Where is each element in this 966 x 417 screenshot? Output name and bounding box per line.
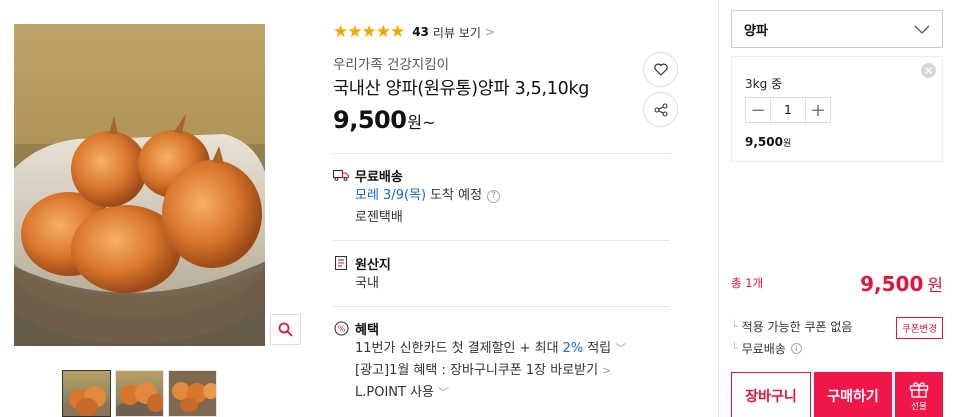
seller-name[interactable]: 우리가족 건강지킴이 <box>333 53 449 73</box>
decrease-quantity-button[interactable]: − <box>745 97 771 123</box>
divider <box>333 240 670 241</box>
document-icon <box>333 255 349 271</box>
coupon-status-text: 적용 가능한 쿠폰 없음 <box>741 320 853 334</box>
total-price-unit: 원 <box>927 275 943 296</box>
lpoint-text: L.POINT 사용 <box>355 385 434 400</box>
gift-button-label: 선물 <box>911 402 927 412</box>
product-price: 9,500 <box>333 106 407 134</box>
thumbnail-3[interactable] <box>168 370 217 417</box>
selected-option-box: 3kg 중 − 1 + 9,500원 <box>731 56 943 162</box>
thumbnail-list <box>62 370 217 417</box>
product-title: 국내산 양파(원유통)양파 3,5,10kg <box>333 79 590 99</box>
total-row: 총 1개 9,500 원 <box>731 268 943 298</box>
divider <box>333 306 670 307</box>
coupon-benefit-text: [광고]1월 혜택 : 장바구니쿠폰 1장 바로받기 <box>355 363 599 378</box>
card-benefit[interactable]: 11번가 신한카드 첫 결제할인 + 최대 2% 적립 ﹀ <box>355 338 626 360</box>
onions-basket-illustration <box>14 24 265 346</box>
share-icon <box>653 102 668 117</box>
card-benefit-suffix: 적립 <box>587 341 612 356</box>
rating-row[interactable]: ★★★★★ 43 리뷰 보기 > <box>333 23 495 41</box>
magnifier-icon <box>278 322 293 337</box>
origin-section: 원산지 국내 <box>333 253 391 295</box>
lpoint-benefit[interactable]: L.POINT 사용 ﹀ <box>355 382 626 404</box>
chevron-right-icon: > <box>602 364 612 377</box>
review-count: 43 <box>412 25 429 39</box>
selected-option-name: 3kg 중 <box>745 77 783 91</box>
help-icon[interactable]: ? <box>487 189 501 203</box>
remove-option-button[interactable] <box>921 63 936 78</box>
total-price-value: 9,500 <box>860 271 924 296</box>
bullet-icon: └ <box>731 320 738 333</box>
truck-icon <box>333 167 349 183</box>
total-count: 총 1개 <box>731 276 764 290</box>
wishlist-button[interactable] <box>643 52 678 87</box>
origin-label: 원산지 <box>355 257 391 273</box>
selected-price-unit: 원 <box>782 139 792 149</box>
buy-now-button[interactable]: 구매하기 <box>814 372 892 417</box>
chevron-down-icon: ﹀ <box>438 386 449 399</box>
thumbnail-2[interactable] <box>115 370 164 417</box>
eta-suffix: 도착 예정 <box>430 188 483 203</box>
courier-name: 로젠택배 <box>355 210 403 225</box>
card-benefit-rate: 2% <box>562 341 584 356</box>
chevron-down-icon: ﹀ <box>615 342 627 355</box>
eta-date: 모레 3/9(목) <box>355 188 427 203</box>
option-select[interactable]: 양파 <box>731 10 943 48</box>
price-unit: 원~ <box>407 113 436 132</box>
info-icon[interactable]: i <box>790 343 802 354</box>
close-icon <box>925 67 932 74</box>
selected-option-price: 9,500원 <box>745 135 791 149</box>
add-to-cart-button[interactable]: 장바구니 <box>731 372 811 417</box>
shipping-status-text: 무료배송 <box>741 342 786 356</box>
shipping-status: └ 무료배송 i <box>731 340 802 357</box>
benefits-label: 혜택 <box>355 322 379 338</box>
thumbnail-1[interactable] <box>62 370 111 417</box>
delivery-label: 무료배송 <box>355 169 403 185</box>
option-selected-value: 양파 <box>744 23 768 39</box>
coupon-benefit[interactable]: [광고]1월 혜택 : 장바구니쿠폰 1장 바로받기 > <box>355 360 626 382</box>
chevron-down-icon <box>914 25 930 34</box>
heart-icon <box>653 63 668 76</box>
delivery-section: 무료배송 모레 3/9(목) 도착 예정 ? 로젠택배 <box>333 165 501 229</box>
origin-value: 국내 <box>355 276 379 291</box>
increase-quantity-button[interactable]: + <box>805 97 831 123</box>
review-link[interactable]: 리뷰 보기 <box>433 24 481 41</box>
chevron-right-icon: > <box>484 25 495 39</box>
share-button[interactable] <box>643 92 678 127</box>
svg-text:%: % <box>337 324 345 333</box>
quantity-value[interactable]: 1 <box>771 97 805 123</box>
bullet-icon: └ <box>731 342 738 355</box>
card-benefit-text: 11번가 신한카드 첫 결제할인 + 최대 <box>355 341 559 356</box>
coupon-change-button[interactable]: 쿠폰변경 <box>896 317 943 339</box>
price-row: 9,500 원~ <box>333 106 436 134</box>
selected-price-value: 9,500 <box>745 135 783 149</box>
rating-stars: ★★★★★ <box>333 22 405 42</box>
percent-icon: % <box>333 320 349 336</box>
delivery-eta: 모레 3/9(목) 도착 예정 ? <box>355 185 501 207</box>
gift-button[interactable]: 선물 <box>895 372 943 417</box>
coupon-status: └ 적용 가능한 쿠폰 없음 <box>731 318 852 335</box>
product-main-image[interactable] <box>14 24 265 346</box>
zoom-button[interactable] <box>270 314 301 345</box>
gift-icon <box>909 382 929 398</box>
benefits-section: % 혜택 11번가 신한카드 첫 결제할인 + 최대 2% 적립 ﹀ [광고]1… <box>333 318 626 404</box>
quantity-stepper: − 1 + <box>745 97 831 123</box>
divider <box>333 153 670 154</box>
total-price: 9,500 원 <box>860 271 943 296</box>
